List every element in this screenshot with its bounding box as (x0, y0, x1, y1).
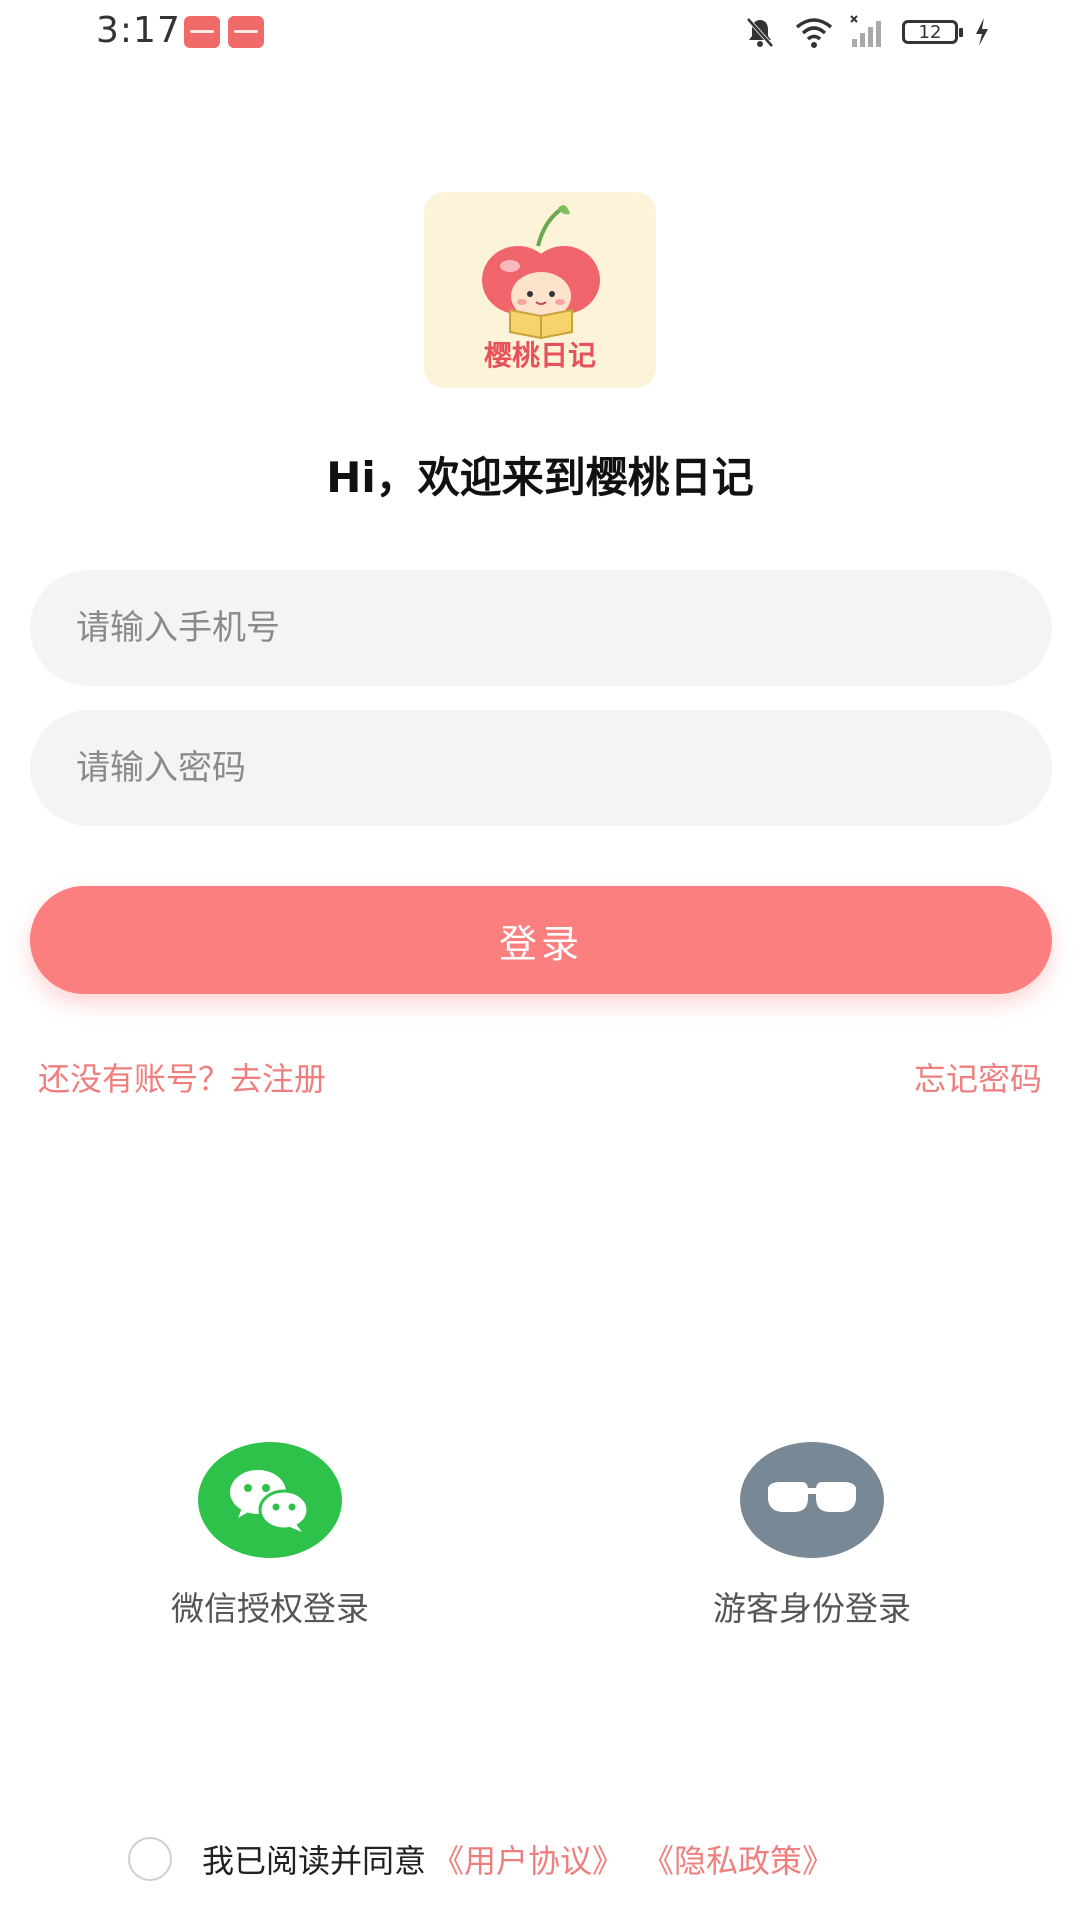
guest-icon-circle[interactable] (740, 1442, 884, 1558)
wechat-login-button[interactable]: 微信授权登录 (110, 1442, 430, 1630)
agreement-checkbox[interactable] (128, 1837, 172, 1881)
charging-icon (976, 18, 988, 46)
agreement-text: 我已阅读并同意 (202, 1842, 427, 1880)
user-agreement-link[interactable]: 《用户协议》 (432, 1836, 624, 1882)
app-logo: 樱桃日记 (424, 192, 656, 388)
phone-input[interactable] (74, 607, 1052, 649)
privacy-policy-link[interactable]: 《隐私政策》 (642, 1836, 834, 1882)
phone-field[interactable] (30, 570, 1052, 686)
sunglasses-icon (768, 1482, 856, 1512)
app-store-notification-icon (228, 16, 264, 48)
login-button[interactable]: 登录 (30, 886, 1052, 994)
status-time: 3:17 (96, 10, 181, 51)
cherry-girl-mascot-icon (482, 205, 600, 340)
signal-icon (850, 15, 881, 47)
password-field[interactable] (30, 710, 1052, 826)
welcome-title: Hi，欢迎来到樱桃日记 (326, 453, 754, 502)
app-store-notification-icon (184, 16, 220, 48)
wechat-login-label: 微信授权登录 (171, 1589, 369, 1628)
password-input[interactable] (74, 747, 1052, 789)
register-link[interactable]: 还没有账号？去注册 (38, 1054, 326, 1100)
guest-login-label: 游客身份登录 (713, 1589, 911, 1628)
wifi-icon (795, 18, 833, 48)
battery-icon: 12 (902, 20, 963, 44)
logo-text: 樱桃日记 (483, 339, 596, 372)
forgot-password-link[interactable]: 忘记密码 (914, 1054, 1042, 1100)
mute-bell-icon (746, 17, 774, 48)
status-bar: 3:17 12 (0, 0, 1080, 70)
agreement-row: 我已阅读并同意 《用户协议》 《隐私政策》 (128, 1836, 834, 1882)
battery-level: 12 (918, 21, 942, 43)
guest-login-button[interactable]: 游客身份登录 (652, 1442, 972, 1630)
wechat-icon-circle[interactable] (198, 1442, 342, 1558)
wechat-icon (230, 1470, 310, 1532)
status-icons: 12 (742, 12, 990, 52)
